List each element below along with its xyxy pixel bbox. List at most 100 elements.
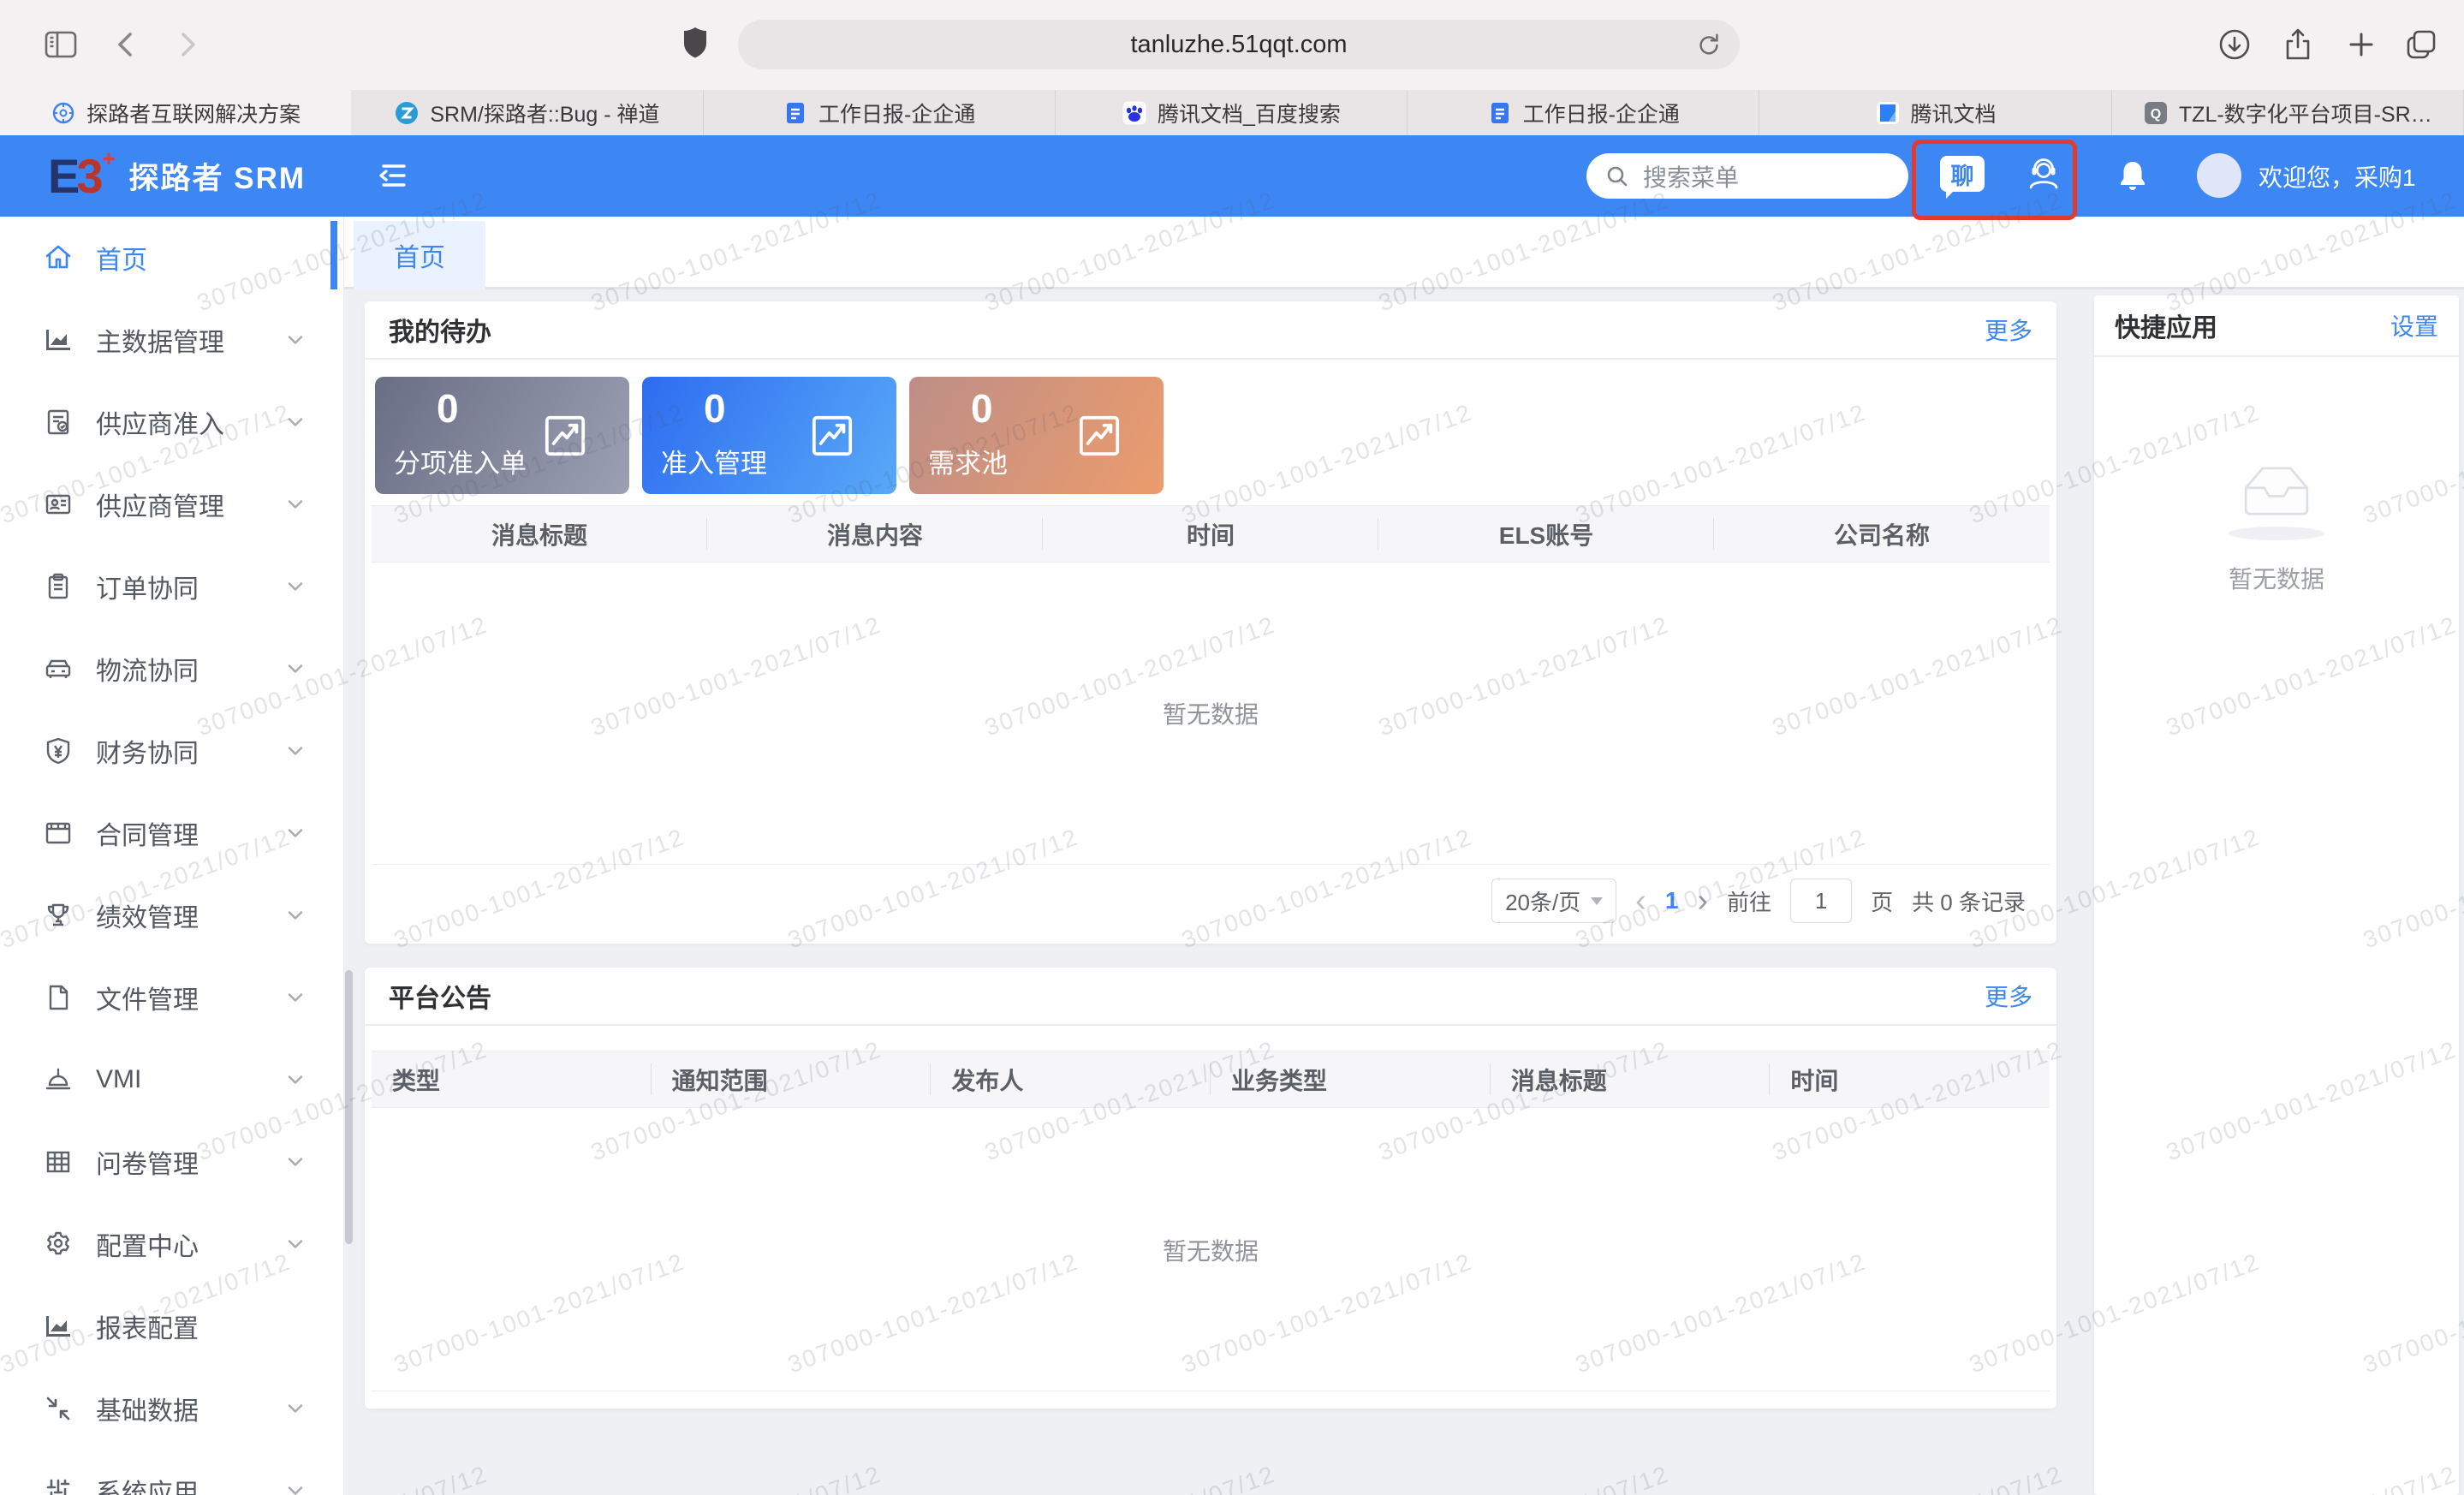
trend-chart-icon: [1074, 411, 1124, 461]
notice-more-link[interactable]: 更多: [1985, 979, 2033, 1013]
chart-icon: [43, 325, 74, 355]
browser-tab-label: 腾讯文档: [1911, 98, 1997, 128]
quick-apps-title: 快捷应用: [2115, 307, 2217, 344]
avatar[interactable]: [2197, 153, 2241, 198]
sidebar-item-label: 物流协同: [96, 650, 199, 688]
todo-card-header: 我的待办 更多: [365, 301, 2056, 360]
sidebar-item-logistics-collab[interactable]: 物流协同: [0, 628, 343, 710]
quick-apps-empty-text: 暂无数据: [2229, 561, 2324, 595]
sidebar-item-performance-mgmt[interactable]: 绩效管理: [0, 874, 343, 956]
browser-tab[interactable]: 腾讯文档_百度搜索: [1056, 90, 1408, 135]
frame-icon: [43, 818, 74, 849]
watermark-text: 307000-1001-2021/07/12: [1375, 1461, 1673, 1495]
menu-search-input[interactable]: 搜索菜单: [1586, 153, 1908, 199]
browser-tab[interactable]: 工作日报-企企通: [704, 90, 1056, 135]
quick-apps-panel: 快捷应用 设置 暂无数据: [2094, 295, 2459, 1495]
notice-card: 平台公告 更多 类型通知范围发布人业务类型消息标题时间 暂无数据: [365, 968, 2056, 1409]
watermark-text: 307000-1001-2021/07/12: [587, 1461, 885, 1495]
app-title: 探路者 SRM: [129, 154, 307, 198]
address-bar[interactable]: tanluzhe.51qqt.com: [738, 20, 1740, 69]
browser-tab-label: 工作日报-企企通: [1523, 98, 1680, 128]
refresh-icon[interactable]: [1695, 31, 1723, 58]
browser-tab[interactable]: 腾讯文档: [1759, 90, 2111, 135]
downloads-icon[interactable]: [2216, 26, 2253, 63]
quick-apps-empty-state: 暂无数据: [2094, 357, 2459, 595]
share-icon[interactable]: [2279, 24, 2317, 63]
sidebar-toggle-icon[interactable]: [41, 25, 80, 64]
next-page-button[interactable]: ›: [1697, 884, 1708, 917]
baidu-favicon: [1122, 100, 1147, 126]
todo-card: 我的待办 更多 0分项准入单0准入管理0需求池 消息标题消息内容时间ELS账号公…: [365, 301, 2056, 944]
notifications-bell-icon[interactable]: [2115, 158, 2151, 195]
prev-page-button[interactable]: ‹: [1635, 884, 1646, 917]
sidebar-item-label: 供应商管理: [96, 485, 224, 523]
privacy-shield-icon[interactable]: [678, 24, 712, 63]
sidebar-item-system-app[interactable]: 系统应用: [0, 1450, 343, 1495]
todo-title: 我的待办: [389, 311, 491, 348]
browser-tab[interactable]: SRM/探路者::Bug - 禅道: [351, 90, 703, 135]
column-header: 通知范围: [652, 1051, 931, 1107]
chevron-down-icon: [283, 1150, 307, 1174]
alarm-icon: [43, 1064, 74, 1095]
sidebar-item-label: 绩效管理: [96, 896, 199, 934]
tab-home[interactable]: 首页: [354, 221, 485, 289]
chevron-down-icon: [283, 1068, 307, 1092]
column-header: 发布人: [931, 1051, 1211, 1107]
stat-card-access-mgmt[interactable]: 0准入管理: [642, 377, 896, 494]
stat-value: 0: [437, 385, 459, 432]
app-header: E3+ 探路者 SRM 搜索菜单 聊: [0, 135, 2464, 217]
quick-apps-settings-link[interactable]: 设置: [2390, 308, 2438, 342]
sidebar-item-label: 主数据管理: [96, 321, 224, 359]
todo-pagination: 20条/页 ‹ 1 › 前往 1 页 共 0 条记录: [365, 877, 2026, 925]
new-tab-icon[interactable]: [2342, 26, 2380, 63]
browser-tab[interactable]: 探路者互联网解决方案: [0, 90, 351, 135]
sidebar-item-label: 系统应用: [96, 1472, 199, 1495]
column-header: 时间: [1043, 506, 1378, 562]
stat-label: 需求池: [928, 442, 1008, 480]
back-icon[interactable]: [110, 27, 144, 62]
browser-tab-label: SRM/探路者::Bug - 禅道: [430, 98, 659, 128]
tencent-docs-favicon: [1875, 100, 1901, 126]
sidebar-item-supplier-access[interactable]: 供应商准入: [0, 381, 343, 463]
empty-inbox-icon: [2234, 458, 2319, 523]
todo-table-body: 暂无数据: [372, 563, 2050, 865]
sidebar-item-config-center[interactable]: 配置中心: [0, 1203, 343, 1285]
sidebar-item-master-data[interactable]: 主数据管理: [0, 299, 343, 381]
sidebar-scrollbar[interactable]: [345, 970, 353, 1244]
sidebar-item-label: 问卷管理: [96, 1143, 199, 1181]
stat-card-subitem-access-form[interactable]: 0分项准入单: [375, 377, 629, 494]
sidebar-item-finance-collab[interactable]: 财务协同: [0, 710, 343, 792]
sidebar-item-file-mgmt[interactable]: 文件管理: [0, 956, 343, 1039]
column-header: ELS账号: [1378, 506, 1714, 562]
sidebar-item-label: 配置中心: [96, 1225, 199, 1263]
sidebar-item-home[interactable]: 首页: [0, 217, 343, 299]
sidebar-item-label: 基础数据: [96, 1390, 199, 1427]
sidebar-item-vmi[interactable]: VMI: [0, 1039, 343, 1121]
zentao-favicon: [394, 100, 420, 126]
sidebar-active-indicator: [330, 221, 337, 289]
menu-collapse-icon[interactable]: [375, 157, 413, 194]
sidebar-item-report-config[interactable]: 报表配置: [0, 1285, 343, 1367]
current-page[interactable]: 1: [1665, 887, 1679, 914]
sidebar-item-order-collab[interactable]: 订单协同: [0, 545, 343, 628]
browser-tab[interactable]: 工作日报-企企通: [1408, 90, 1759, 135]
page-size-select[interactable]: 20条/页: [1491, 879, 1616, 923]
svg-text:Q: Q: [2151, 107, 2161, 122]
goto-unit: 页: [1871, 885, 1893, 917]
tab-overview-icon[interactable]: [2402, 26, 2440, 63]
sidebar-item-label: 订单协同: [96, 568, 199, 605]
tzl-favicon: Q: [2143, 100, 2169, 126]
browser-tab[interactable]: Q TZL-数字化平台项目-SR…: [2112, 90, 2464, 135]
sidebar-item-supplier-mgmt[interactable]: 供应商管理: [0, 463, 343, 545]
browser-tab-label: TZL-数字化平台项目-SR…: [2179, 98, 2432, 128]
stat-card-demand-pool[interactable]: 0需求池: [909, 377, 1164, 494]
empty-icon-shadow: [2229, 527, 2324, 540]
todo-more-link[interactable]: 更多: [1985, 313, 2033, 347]
sidebar-item-questionnaire[interactable]: 问卷管理: [0, 1121, 343, 1203]
total-records: 共 0 条记录: [1912, 885, 2026, 917]
forward-icon[interactable]: [170, 27, 204, 62]
chevron-down-icon: [283, 492, 307, 516]
sidebar-item-contract-mgmt[interactable]: 合同管理: [0, 792, 343, 874]
sidebar-item-base-data[interactable]: 基础数据: [0, 1367, 343, 1450]
goto-page-input[interactable]: 1: [1790, 879, 1852, 923]
